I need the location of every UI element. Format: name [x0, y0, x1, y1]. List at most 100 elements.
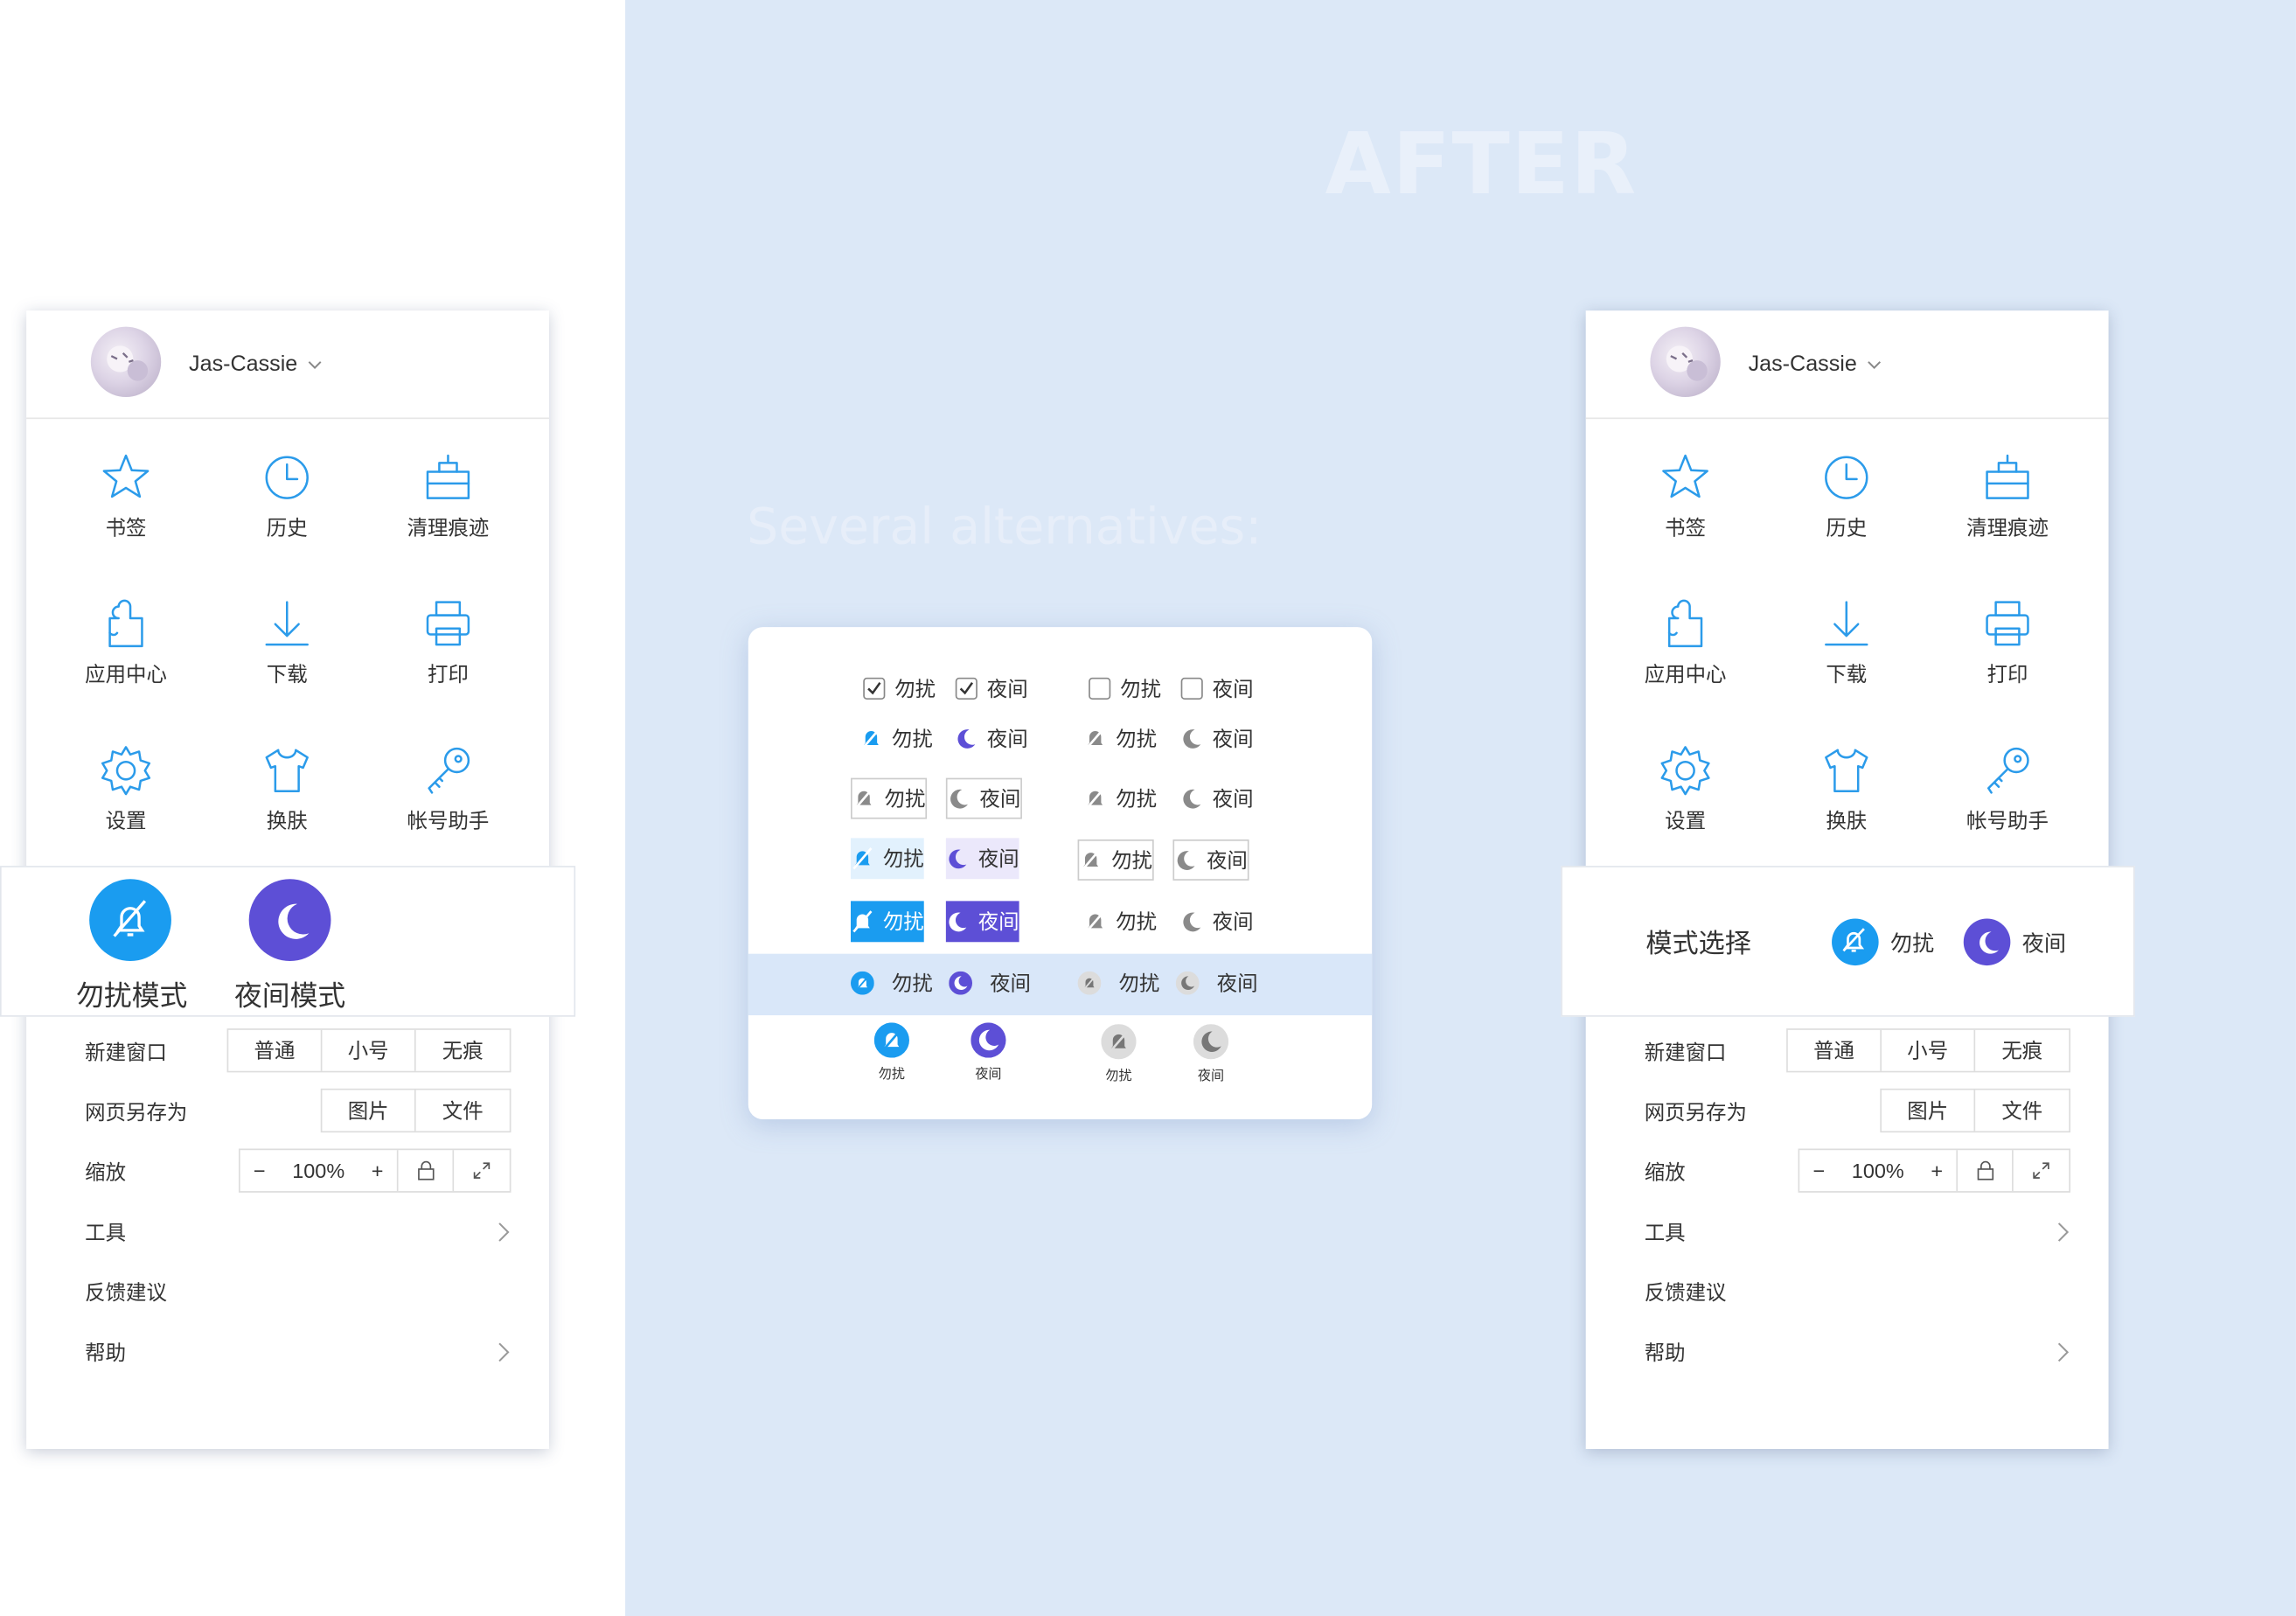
grid-item[interactable]: 打印	[1927, 586, 2088, 718]
dnd-option[interactable]: 勿扰	[1083, 718, 1157, 759]
night-toggle[interactable]: 夜间	[1963, 918, 2066, 966]
chevron-down-icon[interactable]	[1867, 358, 1882, 373]
feedback-row[interactable]: 反馈建议	[1645, 1269, 2070, 1316]
night-option[interactable]: 夜间	[1180, 901, 1254, 942]
night-option[interactable]: 夜间	[1180, 718, 1254, 759]
chevron-down-icon[interactable]	[308, 358, 323, 373]
night-option[interactable]: 夜间	[1172, 839, 1249, 881]
after-heading: AFTER	[1325, 114, 1638, 214]
save-as-option[interactable]: 文件	[416, 1090, 510, 1131]
new-window-option[interactable]: 无痕	[416, 1030, 510, 1071]
dnd-option[interactable]: 勿扰	[851, 777, 928, 819]
option-label: 夜间	[1212, 726, 1254, 750]
grid-item[interactable]: 清理痕迹	[1927, 440, 2088, 572]
dnd-option[interactable]: 勿扰	[851, 901, 924, 943]
tools-row[interactable]: 工具	[1645, 1209, 2070, 1256]
night-checkbox[interactable]: 夜间	[1180, 668, 1254, 709]
grid-item[interactable]: 应用中心	[45, 586, 206, 718]
zoom-out-button[interactable]: −	[254, 1150, 266, 1191]
night-option[interactable]: 夜间	[945, 838, 1019, 880]
new-window-option[interactable]: 小号	[322, 1029, 416, 1071]
grid-item[interactable]: 书签	[45, 440, 206, 572]
dnd-toggle[interactable]: 勿扰	[1832, 918, 1934, 966]
dnd-option[interactable]: 勿扰	[1083, 778, 1157, 819]
option-label: 勿扰	[1116, 726, 1158, 750]
save-as-option[interactable]: 文件	[1975, 1090, 2069, 1131]
grid-item[interactable]: 设置	[45, 733, 206, 865]
grid-item[interactable]: 清理痕迹	[367, 440, 528, 572]
dnd-option[interactable]: 勿扰	[1077, 963, 1159, 1004]
grid-item[interactable]: 换肤	[1766, 733, 1927, 865]
night-option[interactable]: 夜间	[949, 963, 1031, 1004]
dnd-checkbox[interactable]: 勿扰	[1088, 668, 1161, 709]
help-row[interactable]: 帮助	[85, 1329, 511, 1376]
night-option[interactable]: 夜间	[955, 718, 1028, 759]
new-window-row: 新建窗口 普通 小号 无痕	[85, 1028, 511, 1076]
option-label: 勿扰	[884, 786, 926, 811]
menu-row-label: 反馈建议	[1644, 1280, 1727, 1305]
grid-item[interactable]: 换肤	[206, 733, 367, 865]
grid-item[interactable]: 应用中心	[1604, 586, 1765, 718]
dnd-option[interactable]: 勿扰	[1077, 839, 1154, 881]
grid-item[interactable]: 历史	[1766, 440, 1927, 572]
user-header[interactable]: Jas-Cassie	[26, 310, 550, 420]
username[interactable]: Jas-Cassie	[1749, 352, 1857, 376]
dnd-option[interactable]: 勿扰	[1101, 1024, 1137, 1084]
new-window-option[interactable]: 小号	[1882, 1029, 1976, 1071]
night-option[interactable]: 夜间	[1180, 778, 1254, 819]
avatar[interactable]	[90, 326, 162, 398]
help-row[interactable]: 帮助	[1645, 1329, 2070, 1376]
dnd-option[interactable]: 勿扰	[859, 718, 933, 759]
zoom-in-button[interactable]: +	[372, 1150, 384, 1191]
new-window-option[interactable]: 无痕	[1975, 1030, 2069, 1071]
night-option[interactable]: 夜间	[945, 777, 1022, 819]
dnd-option[interactable]: 勿扰	[851, 838, 924, 880]
zoom-control: − 100% +	[238, 1148, 511, 1193]
feedback-row[interactable]: 反馈建议	[85, 1269, 511, 1316]
grid-item[interactable]: 帐号助手	[367, 733, 528, 865]
grid-item[interactable]: 打印	[367, 586, 528, 718]
grid-item[interactable]: 设置	[1604, 733, 1765, 865]
fullscreen-icon[interactable]	[454, 1150, 510, 1191]
night-option[interactable]: 夜间	[1175, 963, 1258, 1004]
user-header[interactable]: Jas-Cassie	[1585, 310, 2109, 420]
highlight-band	[748, 953, 1373, 1016]
menu-row-label: 帮助	[85, 1340, 127, 1364]
avatar[interactable]	[1650, 326, 1721, 398]
zoom-stepper: − 100% +	[240, 1150, 399, 1192]
night-checkbox[interactable]: 夜间	[955, 668, 1028, 709]
option-label: 夜间	[975, 1066, 1002, 1082]
zoom-in-button[interactable]: +	[1931, 1150, 1943, 1191]
grid-item[interactable]: 下载	[1766, 586, 1927, 718]
clock-icon	[1825, 456, 1868, 499]
dnd-option[interactable]: 勿扰	[873, 1022, 909, 1083]
grid-item-label: 书签	[1665, 515, 1707, 540]
grid-item[interactable]: 下载	[206, 586, 367, 718]
grid-item[interactable]: 书签	[1604, 440, 1765, 572]
tools-row[interactable]: 工具	[85, 1209, 511, 1256]
key-icon	[1986, 747, 2029, 794]
grid-item[interactable]: 历史	[206, 440, 367, 572]
save-as-option[interactable]: 图片	[322, 1090, 416, 1132]
fullscreen-icon[interactable]	[2014, 1150, 2070, 1191]
dnd-mode-button[interactable]	[89, 879, 171, 962]
zoom-out-button[interactable]: −	[1812, 1150, 1825, 1191]
username[interactable]: Jas-Cassie	[189, 352, 297, 376]
dnd-option[interactable]: 勿扰	[851, 963, 933, 1004]
option-label: 勿扰	[882, 846, 924, 871]
option-label: 勿扰	[1116, 786, 1158, 811]
night-option[interactable]: 夜间	[971, 1022, 1006, 1083]
lock-icon[interactable]	[1958, 1150, 2014, 1192]
save-as-option[interactable]: 图片	[1882, 1090, 1976, 1132]
new-window-option[interactable]: 普通	[228, 1029, 323, 1071]
night-option[interactable]: 夜间	[945, 901, 1019, 943]
dnd-option[interactable]: 勿扰	[1083, 901, 1157, 942]
grid-item[interactable]: 帐号助手	[1927, 733, 2088, 865]
option-label: 勿扰	[891, 971, 933, 995]
grid-item-label: 历史	[1826, 515, 1868, 540]
dnd-checkbox[interactable]: 勿扰	[862, 668, 936, 709]
lock-icon[interactable]	[399, 1150, 455, 1192]
new-window-option[interactable]: 普通	[1788, 1029, 1882, 1071]
night-mode-button[interactable]	[248, 879, 331, 962]
night-option[interactable]: 夜间	[1193, 1024, 1229, 1084]
